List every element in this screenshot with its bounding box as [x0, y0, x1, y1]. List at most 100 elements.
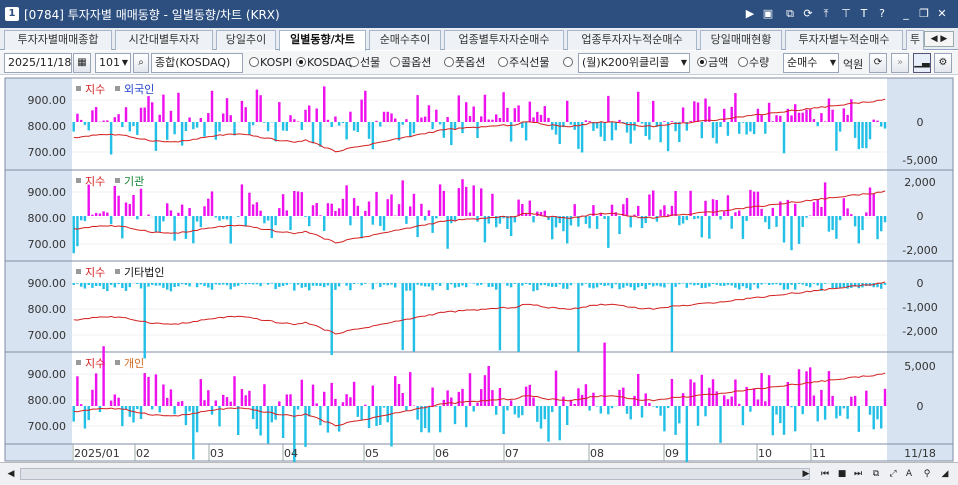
help-icon[interactable]: ?: [874, 6, 890, 22]
tab-by-time[interactable]: 시간대별투자자: [115, 30, 213, 50]
window-link-icon[interactable]: ⧉: [782, 6, 798, 22]
stop-icon[interactable]: ■: [835, 467, 849, 481]
net-buy-bar: [861, 216, 864, 231]
net-buy-bar: [423, 283, 427, 287]
net-buy-bar: [637, 374, 640, 406]
net-buy-bar: [166, 203, 169, 216]
net-buy-bar: [124, 283, 128, 291]
refresh-icon[interactable]: ⟳: [869, 53, 887, 73]
date-field[interactable]: 2025/11/18: [4, 53, 72, 73]
type-select[interactable]: 순매수 ▼: [783, 53, 839, 73]
net-buy-bar: [745, 216, 748, 221]
play-icon[interactable]: ▶: [742, 6, 758, 22]
net-buy-bar: [83, 216, 87, 222]
net-buy-bar: [214, 283, 218, 285]
net-buy-bar: [76, 376, 79, 406]
net-buy-bar: [83, 283, 87, 289]
net-buy-bar: [678, 406, 681, 424]
net-buy-bar: [595, 406, 599, 407]
net-buy-bar: [779, 115, 782, 122]
index-tick-label: 800.00: [28, 120, 67, 133]
net-buy-bar: [240, 100, 244, 122]
first-page-icon[interactable]: ⏮: [818, 467, 832, 481]
net-buy-bar: [233, 283, 236, 287]
net-buy-bar: [222, 283, 225, 285]
text-icon[interactable]: T: [856, 6, 872, 22]
tab-investor-summary[interactable]: 투자자별매매종합: [4, 30, 112, 50]
net-buy-bar: [229, 283, 232, 290]
net-buy-bar: [599, 283, 603, 285]
net-buy-bar: [210, 90, 214, 122]
pin-icon[interactable]: ⊤: [838, 6, 854, 22]
radio-call-option[interactable]: 콜옵션: [390, 56, 431, 70]
radio-weekly-call[interactable]: [563, 56, 574, 70]
menu-icon[interactable]: ▣: [760, 6, 776, 22]
toolbar: 2025/11/18 ▦ 101 ▼ ⌕ 종합(KOSDAQ) KOSPI KOS…: [0, 51, 958, 75]
tab-intraday-trend[interactable]: 당일추이: [216, 30, 276, 50]
net-buy-bar: [240, 283, 244, 284]
tab-daily-chart[interactable]: 일별동향/차트: [279, 30, 366, 51]
net-buy-bar: [349, 397, 352, 406]
net-buy-bar: [674, 283, 677, 287]
restore-icon[interactable]: ❐: [916, 6, 932, 22]
minimize-to-top-icon[interactable]: ⤒: [818, 6, 834, 22]
net-buy-bar: [491, 193, 494, 216]
zoom-in-icon[interactable]: A: [902, 467, 916, 481]
minimize-icon[interactable]: _: [898, 6, 914, 22]
net-buy-bar: [752, 388, 756, 406]
net-buy-bar: [465, 406, 468, 428]
net-buy-bar: [337, 122, 341, 126]
net-buy-bar: [345, 283, 348, 286]
legend-marker: [76, 360, 81, 365]
radio-kosdaq[interactable]: KOSDAQ: [296, 56, 354, 70]
net-buy-bar: [420, 203, 423, 216]
net-buy-bar: [794, 406, 797, 432]
net-buy-bar: [106, 283, 109, 292]
tab-net-buy-trend[interactable]: 순매수추이: [369, 30, 441, 50]
tab-overflow[interactable]: 투: [906, 30, 924, 50]
calendar-icon[interactable]: ▦: [73, 53, 91, 73]
net-buy-bar: [360, 406, 363, 420]
tab-daily-trades[interactable]: 당일매매현황: [700, 30, 782, 50]
net-buy-bar: [364, 90, 367, 122]
chart-view-icon[interactable]: ▁▃: [913, 53, 931, 73]
net-buy-bar: [756, 191, 760, 216]
radio-put-option[interactable]: 풋옵션: [444, 56, 485, 70]
scroll-right-icon[interactable]: ▶: [799, 467, 813, 481]
last-page-icon[interactable]: ⏭: [851, 467, 865, 481]
scroll-left-icon[interactable]: ◀: [4, 467, 18, 481]
net-buy-bar: [835, 216, 838, 239]
magnifier-icon[interactable]: ⚲: [920, 467, 934, 481]
radio-kospi[interactable]: KOSPI: [249, 56, 292, 70]
radio-dot: [444, 57, 454, 67]
net-buy-bar: [790, 406, 793, 408]
split-view-icon[interactable]: ⧉: [869, 467, 883, 481]
expand-icon[interactable]: ⤢: [886, 467, 900, 481]
radio-futures[interactable]: 선물: [349, 56, 380, 70]
tab-sector-investor[interactable]: 업종별투자자순매수: [444, 30, 564, 50]
bottom-scrollbar[interactable]: ◀ ▶ ⏮ ■ ⏭ ⧉ ⤢ A ⚲ ◢: [0, 462, 958, 485]
tab-scroll-arrows[interactable]: ◀ ▶: [924, 31, 954, 47]
tab-sector-cumulative[interactable]: 업종투자자누적순매수: [567, 30, 697, 50]
net-buy-bar: [831, 395, 834, 406]
tab-investor-cumulative[interactable]: 투자자별누적순매수: [785, 30, 903, 50]
code-select[interactable]: 101 ▼: [95, 53, 131, 73]
net-buy-bar: [330, 203, 333, 216]
net-buy-bar: [771, 121, 775, 122]
search-icon[interactable]: ⌕: [133, 53, 149, 73]
settings-gear-icon[interactable]: ⚙: [934, 53, 952, 73]
refresh-window-icon[interactable]: ⟳: [800, 6, 816, 22]
radio-quantity[interactable]: 수량: [738, 56, 769, 70]
scroll-track[interactable]: [20, 468, 810, 480]
weekly-option-select[interactable]: (월)K200위클리콜 ▼: [578, 53, 690, 73]
net-buy-bar: [782, 283, 786, 290]
close-icon[interactable]: ✕: [934, 6, 950, 22]
net-buy-bar: [592, 122, 595, 131]
radio-amount[interactable]: 금액: [697, 56, 728, 70]
net-buy-bar: [476, 402, 479, 406]
net-buy-bar: [98, 283, 102, 286]
net-buy-bar: [382, 406, 386, 408]
next-page-icon[interactable]: »: [891, 53, 909, 73]
radio-stock-futures[interactable]: 주식선물: [498, 56, 549, 70]
legend-index-label: 지수: [85, 175, 105, 188]
